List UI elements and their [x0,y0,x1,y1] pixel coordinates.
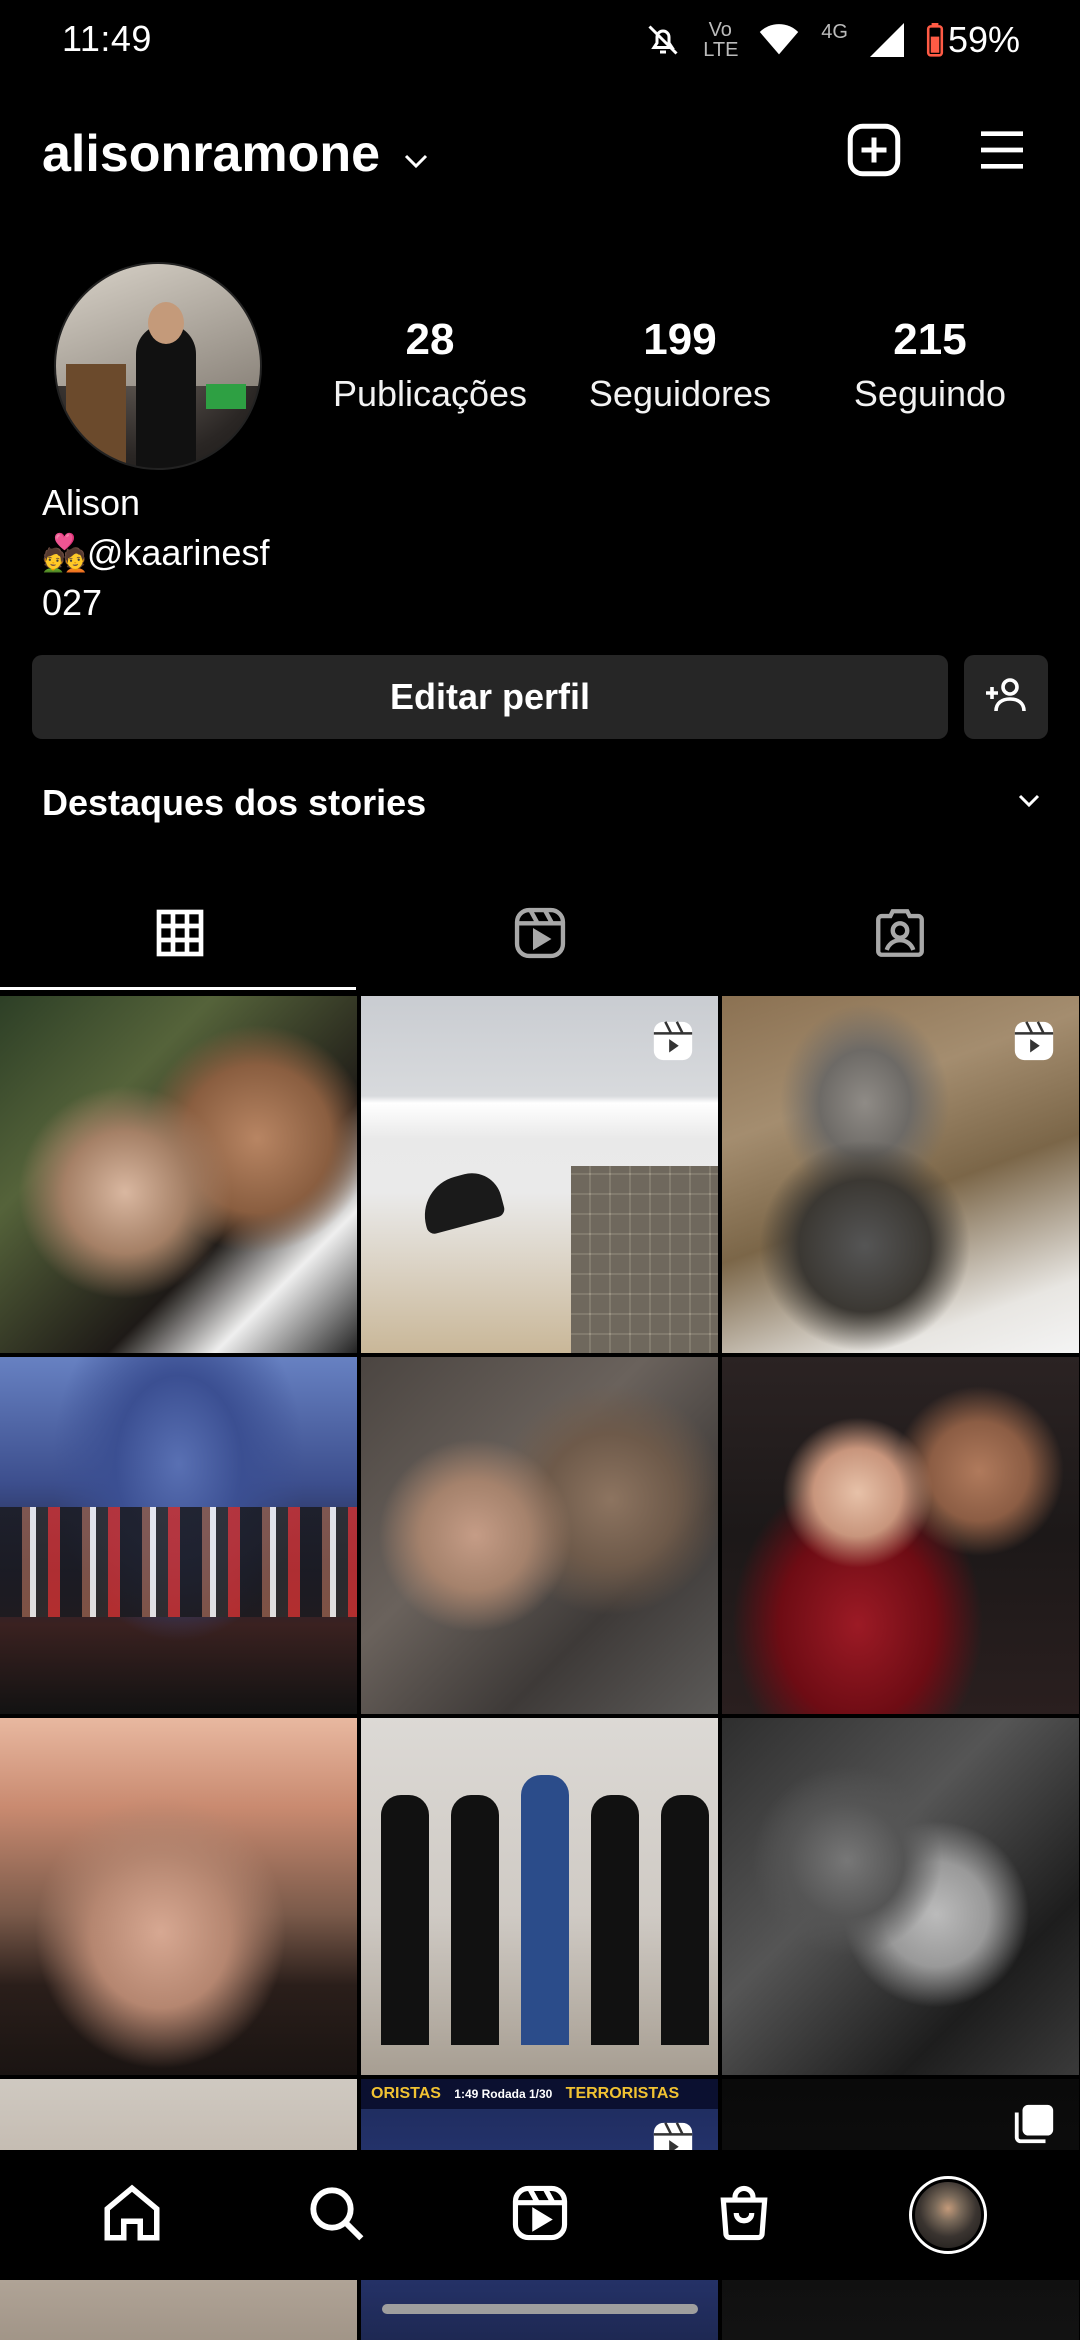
profile-tabs [0,880,1080,990]
grid-icon [152,905,208,966]
story-highlights-toggle[interactable]: Destaques dos stories [42,782,1042,824]
stat-value: 199 [643,315,717,364]
wifi-icon [759,24,799,56]
stat-value: 215 [893,315,967,364]
reel-badge-icon [650,1018,696,1069]
profile-avatar-icon [909,2176,987,2254]
create-post-icon[interactable] [844,120,904,185]
stat-posts[interactable]: 28 Publicações [320,315,540,415]
post-thumbnail[interactable] [722,1357,1079,1714]
post-thumbnail[interactable] [722,1718,1079,2075]
nav-shop[interactable] [689,2160,799,2270]
nav-reels[interactable] [485,2160,595,2270]
stat-following[interactable]: 215 Seguindo [820,315,1040,415]
battery-icon [926,23,944,57]
reels-icon [509,2182,571,2249]
battery-percent: 59% [947,19,1020,60]
search-icon [304,2181,368,2250]
status-bar: 11:49 Vo LTE 4G 59% [0,0,1080,80]
stat-label: Seguidores [588,373,772,414]
nav-search[interactable] [281,2160,391,2270]
reel-badge-icon [1011,1018,1057,1069]
username: alisonramone [42,125,381,183]
highlights-title: Destaques dos stories [42,782,427,823]
edit-profile-button[interactable]: Editar perfil [32,655,948,739]
post-thumbnail[interactable] [0,1718,357,2075]
tab-posts-grid[interactable] [0,880,360,990]
status-icons: Vo LTE 4G 59% [645,18,1020,62]
stat-label: Seguindo [853,373,1007,414]
posts-grid: ORISTAS 1:49 Rodada 1/30 TERRORISTAS [0,996,1080,2340]
home-indicator[interactable] [382,2304,698,2314]
stat-followers[interactable]: 199 Seguidores [570,315,790,415]
home-icon [99,2180,165,2251]
shop-icon [713,2182,775,2249]
chevron-down-icon [1016,792,1042,815]
post-thumbnail[interactable] [361,1718,718,2075]
scoreboard-mid: 1:49 Rodada 1/30 [454,2087,553,2101]
volte-indicator: Vo LTE [703,19,739,61]
bio-mention[interactable]: 💑@kaarinesf [42,528,269,578]
mute-notification-icon [645,22,681,58]
bottom-navigation [0,2150,1080,2280]
reels-icon [511,904,569,967]
post-thumbnail[interactable] [722,996,1079,1353]
profile-header: alisonramone [0,110,1080,200]
network-type: 4G [821,21,848,43]
header-actions [844,120,1030,185]
profile-bio: Alison 💑@kaarinesf 027 [42,478,269,628]
carousel-badge-icon [1011,2101,1057,2152]
stat-value: 28 [405,315,455,364]
post-thumbnail[interactable] [361,996,718,1353]
nav-home[interactable] [77,2160,187,2270]
stat-label: Publicações [332,373,528,414]
menu-icon[interactable] [974,122,1030,183]
profile-name: Alison [42,482,141,523]
post-thumbnail[interactable] [0,1357,357,1714]
account-switcher[interactable]: alisonramone [42,124,430,184]
profile-avatar[interactable] [54,262,262,470]
tab-reels[interactable] [360,880,720,990]
tagged-icon [871,904,929,967]
bio-text: 027 [42,582,103,623]
discover-people-button[interactable] [964,655,1048,739]
post-thumbnail[interactable] [361,1357,718,1714]
chevron-down-icon [402,124,430,184]
scoreboard-right: TERRORISTAS [565,2085,680,2102]
scoreboard: ORISTAS 1:49 Rodada 1/30 TERRORISTAS [361,2079,718,2109]
signal-icon [869,23,904,57]
post-thumbnail[interactable] [0,996,357,1353]
status-time: 11:49 [62,18,152,59]
tab-tagged[interactable] [720,880,1080,990]
scoreboard-left: ORISTAS [371,2085,441,2102]
nav-profile[interactable] [893,2160,1003,2270]
profile-stats: 28 Publicações 199 Seguidores 215 Seguin… [320,315,1040,415]
add-person-icon [982,671,1030,724]
